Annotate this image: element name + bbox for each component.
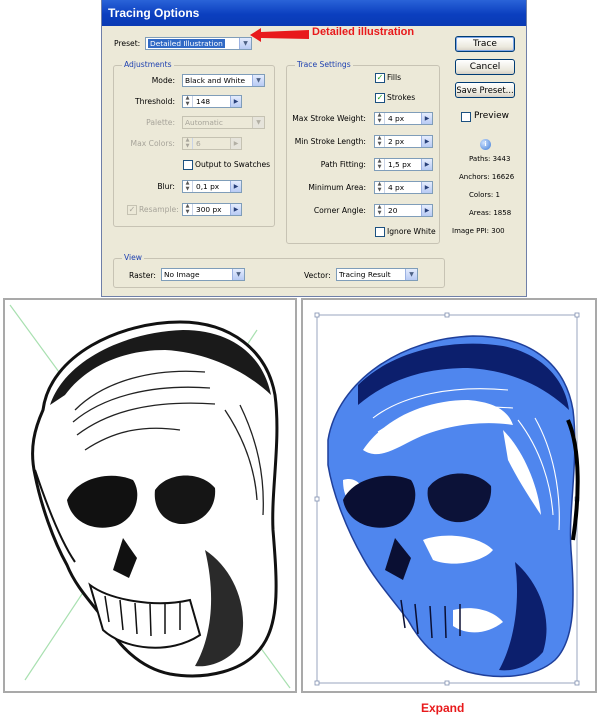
red-arrow-left-icon [250, 28, 309, 42]
max-colors-label: Max Colors: [130, 139, 175, 148]
output-to-swatches-label: Output to Swatches [195, 160, 271, 169]
palette-value: Automatic [185, 118, 223, 127]
vector-select[interactable]: Tracing Result ▼ [336, 268, 418, 281]
output-to-swatches-checkbox[interactable] [183, 160, 193, 170]
max-colors-value: 6 [196, 139, 201, 148]
trace-settings-group: Trace Settings [286, 60, 440, 244]
max-stroke-weight-stepper[interactable]: ▲ ▼ 4 px ▶ [374, 112, 433, 125]
minimum-area-stepper[interactable]: ▲ ▼ 4 px ▶ [374, 181, 433, 194]
skull-raster-image [9, 304, 291, 689]
resample-value: 300 px [196, 205, 222, 214]
annotation-detailed-illustration: Detailed illustration [312, 26, 415, 38]
chevron-right-icon[interactable]: ▶ [230, 181, 241, 192]
traced-result-panel [301, 298, 597, 693]
info-icon: i [480, 139, 491, 150]
chevron-down-icon: ▼ [232, 269, 244, 280]
trace-button[interactable]: Trace [455, 36, 515, 52]
vector-label: Vector: [304, 271, 331, 280]
fills-label: Fills [387, 73, 402, 82]
chevron-right-icon[interactable]: ▶ [230, 138, 241, 149]
skull-traced-vector [314, 312, 580, 686]
stepper-arrows-icon: ▲ ▼ [375, 158, 385, 170]
path-fitting-label: Path Fitting: [320, 160, 366, 169]
blur-stepper[interactable]: ▲ ▼ 0,1 px ▶ [182, 180, 242, 193]
chevron-right-icon[interactable]: ▶ [230, 96, 241, 107]
chevron-right-icon[interactable]: ▶ [421, 113, 432, 124]
original-image-panel [3, 298, 297, 693]
chevron-down-icon: ▼ [405, 269, 417, 280]
fills-checkbox[interactable]: ✓ [375, 73, 385, 83]
max-stroke-weight-value: 4 px [388, 114, 405, 123]
palette-label: Palette: [146, 118, 175, 127]
corner-angle-label: Corner Angle: [313, 206, 366, 215]
preset-label: Preset: [114, 39, 141, 48]
paths-stat: Paths: 3443 [469, 155, 511, 163]
blur-label: Blur: [157, 182, 175, 191]
mode-select[interactable]: Black and White ▼ [182, 74, 265, 87]
max-stroke-weight-label: Max Stroke Weight: [292, 114, 366, 123]
image-ppi-stat: Image PPI: 300 [452, 227, 505, 235]
save-preset-button[interactable]: Save Preset... [455, 82, 515, 98]
stepper-arrows-icon: ▲ ▼ [183, 137, 193, 149]
path-fitting-stepper[interactable]: ▲ ▼ 1,5 px ▶ [374, 158, 433, 171]
preview-label: Preview [474, 111, 510, 121]
min-stroke-length-label: Min Stroke Length: [294, 137, 366, 146]
raster-select[interactable]: No Image ▼ [161, 268, 245, 281]
threshold-label: Threshold: [135, 97, 175, 106]
max-colors-stepper[interactable]: ▲ ▼ 6 ▶ [182, 137, 242, 150]
chevron-right-icon[interactable]: ▶ [421, 159, 432, 170]
chevron-down-icon: ▼ [252, 117, 264, 128]
chevron-right-icon[interactable]: ▶ [230, 204, 241, 215]
trace-settings-legend: Trace Settings [295, 60, 353, 70]
cancel-button[interactable]: Cancel [455, 59, 515, 75]
chevron-down-icon: ▼ [252, 75, 264, 86]
raster-value: No Image [164, 270, 200, 279]
tracing-options-dialog: Tracing Options Preset: Detailed Illustr… [101, 0, 527, 297]
palette-select[interactable]: Automatic ▼ [182, 116, 265, 129]
resample-label: Resample: [139, 205, 179, 214]
annotation-expand: Expand [421, 701, 465, 715]
threshold-value: 148 [196, 97, 211, 106]
stepper-arrows-icon: ▲ ▼ [183, 95, 193, 107]
corner-angle-value: 20 [388, 206, 398, 215]
strokes-checkbox[interactable]: ✓ [375, 93, 385, 103]
blur-value: 0,1 px [196, 182, 220, 191]
preset-select[interactable]: Detailed Illustration ▼ [145, 37, 252, 50]
min-stroke-length-stepper[interactable]: ▲ ▼ 2 px ▶ [374, 135, 433, 148]
strokes-label: Strokes [387, 93, 416, 102]
ignore-white-checkbox[interactable] [375, 227, 385, 237]
resample-stepper[interactable]: ▲ ▼ 300 px ▶ [182, 203, 242, 216]
dialog-title: Tracing Options [102, 0, 526, 26]
stepper-arrows-icon: ▲ ▼ [375, 135, 385, 147]
stepper-arrows-icon: ▲ ▼ [375, 204, 385, 216]
min-stroke-length-value: 2 px [388, 137, 405, 146]
preset-value: Detailed Illustration [148, 39, 225, 48]
chevron-right-icon[interactable]: ▶ [421, 182, 432, 193]
mode-label: Mode: [151, 76, 175, 85]
colors-stat: Colors: 1 [469, 191, 500, 199]
ignore-white-label: Ignore White [387, 227, 436, 236]
mode-value: Black and White [185, 76, 246, 85]
chevron-right-icon[interactable]: ▶ [421, 205, 432, 216]
chevron-right-icon[interactable]: ▶ [421, 136, 432, 147]
stepper-arrows-icon: ▲ ▼ [375, 181, 385, 193]
adjustments-legend: Adjustments [122, 60, 174, 70]
vector-value: Tracing Result [339, 270, 391, 279]
stepper-arrows-icon: ▲ ▼ [375, 112, 385, 124]
path-fitting-value: 1,5 px [388, 160, 412, 169]
threshold-stepper[interactable]: ▲ ▼ 148 ▶ [182, 95, 242, 108]
corner-angle-stepper[interactable]: ▲ ▼ 20 ▶ [374, 204, 433, 217]
stepper-arrows-icon: ▲ ▼ [183, 203, 193, 215]
resample-checkbox[interactable]: ✓ [127, 205, 137, 215]
areas-stat: Areas: 1858 [469, 209, 512, 217]
anchors-stat: Anchors: 16626 [459, 173, 515, 181]
minimum-area-value: 4 px [388, 183, 405, 192]
stepper-arrows-icon: ▲ ▼ [183, 180, 193, 192]
raster-label: Raster: [129, 271, 156, 280]
preview-checkbox[interactable] [461, 112, 471, 122]
view-legend: View [122, 253, 145, 263]
minimum-area-label: Minimum Area: [308, 183, 366, 192]
